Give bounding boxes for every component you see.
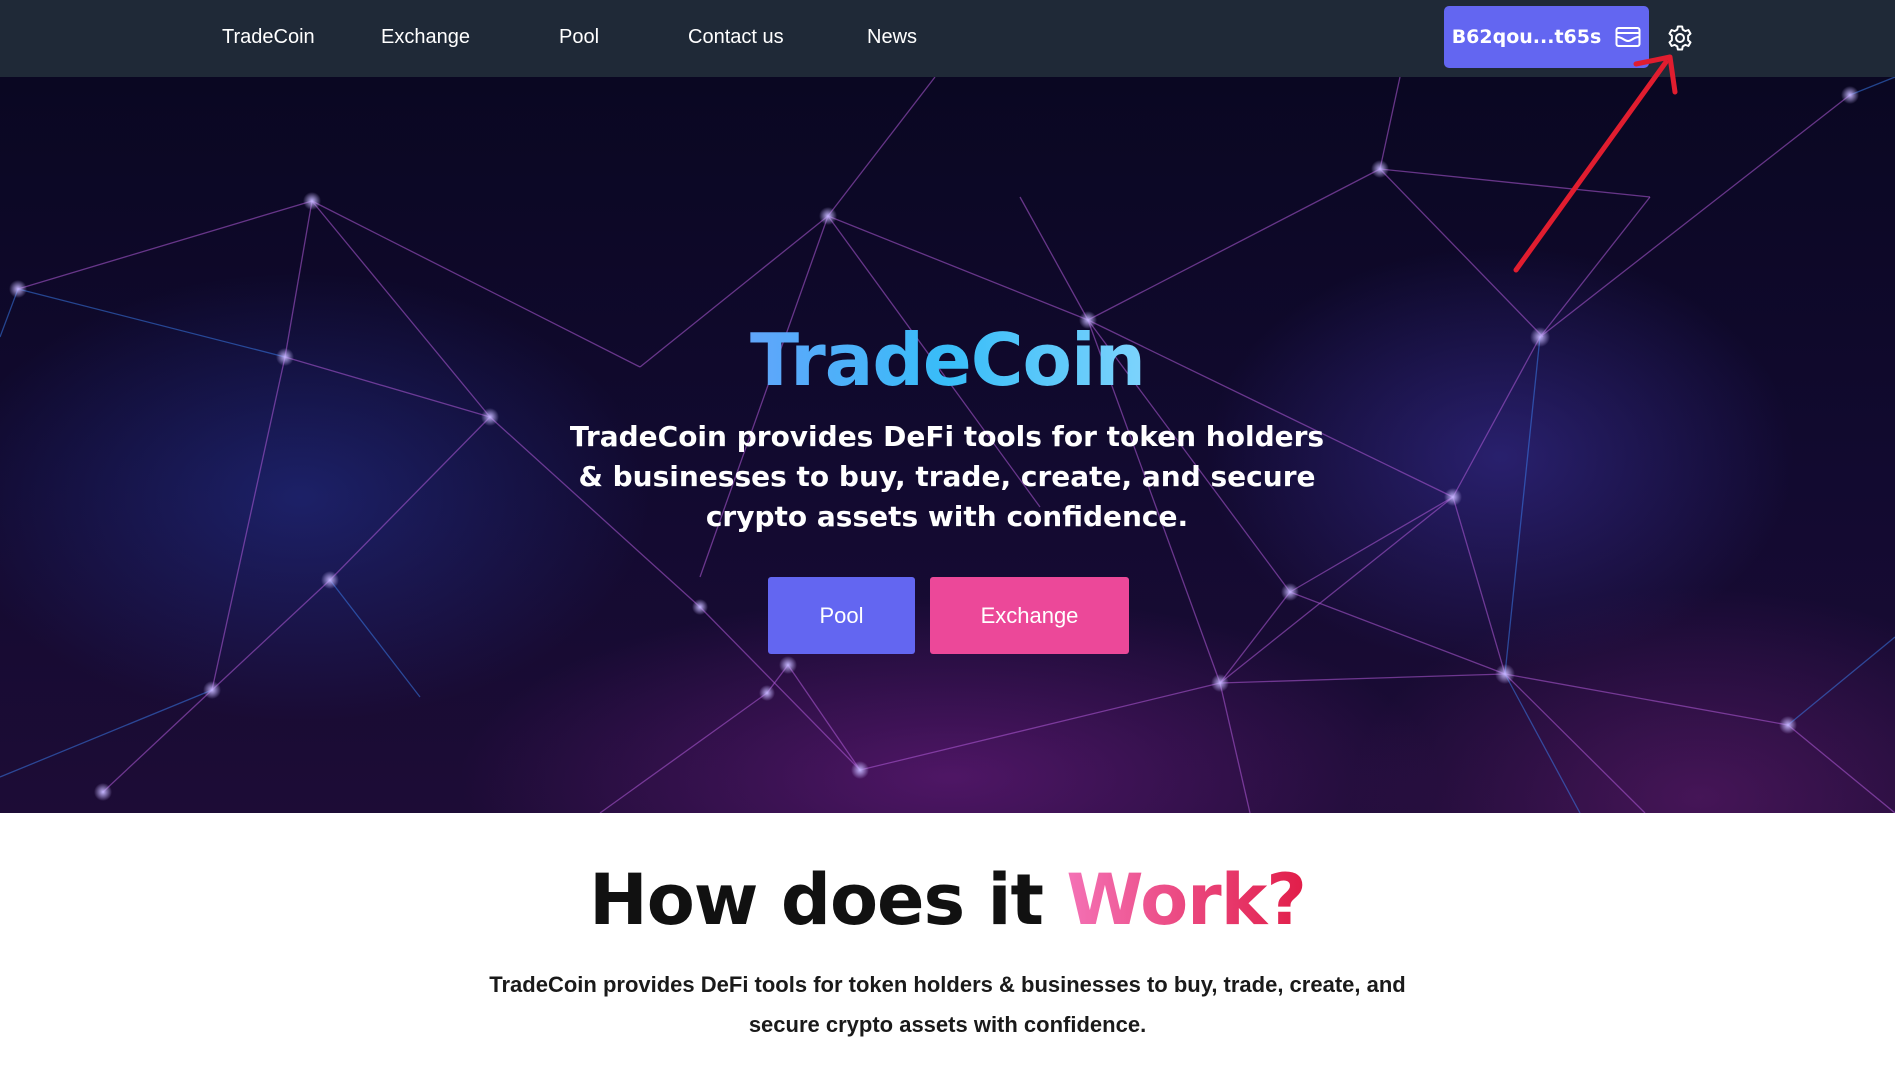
how-title-accent: Work? xyxy=(1066,859,1306,941)
how-it-works-description: TradeCoin provides DeFi tools for token … xyxy=(489,972,1406,1037)
hero-section: TradeCoin TradeCoin provides DeFi tools … xyxy=(0,77,1895,813)
nav-link-tradecoin[interactable]: TradeCoin xyxy=(222,23,315,51)
wallet-icon xyxy=(1615,26,1641,48)
top-navbar: TradeCoin Exchange Pool Contact us News … xyxy=(0,0,1895,77)
exchange-button[interactable]: Exchange xyxy=(930,577,1129,654)
nav-link-contact-us[interactable]: Contact us xyxy=(688,23,784,51)
how-title-main: How does it xyxy=(589,859,1067,941)
nav-link-exchange[interactable]: Exchange xyxy=(381,23,470,51)
hero-title: TradeCoin xyxy=(750,315,1146,405)
nav-link-pool[interactable]: Pool xyxy=(559,23,599,51)
gear-icon[interactable] xyxy=(1665,23,1695,53)
hero-subtitle: TradeCoin provides DeFi tools for token … xyxy=(569,420,1325,533)
wallet-button[interactable]: B62qou...t65s xyxy=(1444,6,1649,68)
wallet-address: B62qou...t65s xyxy=(1451,26,1602,48)
how-it-works-title: How does it Work? xyxy=(0,852,1895,948)
hero-title-wrap: TradeCoin xyxy=(0,315,1895,405)
nav-link-news[interactable]: News xyxy=(867,23,917,51)
pool-button[interactable]: Pool xyxy=(768,577,915,654)
